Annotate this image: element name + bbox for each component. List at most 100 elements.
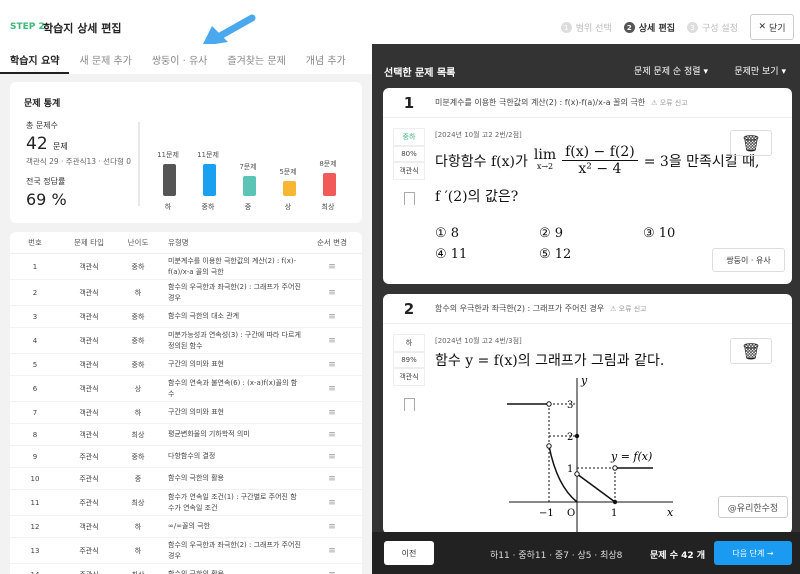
- drag-handle-icon[interactable]: ≡: [302, 522, 362, 532]
- tab-summary[interactable]: 학습지 요약: [0, 44, 70, 74]
- drag-handle-icon[interactable]: ≡: [302, 360, 362, 370]
- problem-card-1[interactable]: 1 미분계수를 이용한 극한값의 계산(2) : f(x)-f(a)/x-a 꼴…: [383, 88, 792, 284]
- row-number: 3: [32, 312, 38, 321]
- drag-handle-icon[interactable]: ≡: [302, 288, 362, 298]
- row-type: 주관식: [79, 498, 99, 507]
- twin-similar-button[interactable]: 쌍둥이 · 유사: [712, 248, 785, 272]
- row-number: 6: [32, 384, 38, 393]
- bar-label: 하: [164, 203, 172, 211]
- row-number: 12: [30, 522, 40, 531]
- accuracy-value: 69 %: [26, 190, 67, 209]
- table-row[interactable]: 11 주관식 최상 함수가 연속일 조건(1) : 구간별로 주어진 함수가 연속일 …: [10, 490, 362, 516]
- close-icon: ✕: [758, 22, 766, 32]
- report-error-link[interactable]: ⚠ 오류 신고: [651, 98, 688, 108]
- trash-icon: 🗑: [740, 341, 762, 361]
- table-row[interactable]: 6 객관식 상 함수의 연속과 불연속(6) : (x-a)f(x)꼴의 함수 ≡: [10, 376, 362, 402]
- row-type: 객관식: [79, 288, 99, 297]
- row-unit-name: 함수의 우극한과 좌극한(2) : 그래프가 주어진 경우: [168, 282, 301, 302]
- row-number: 13: [30, 546, 40, 555]
- type-badge: 객관식: [393, 368, 425, 386]
- bookmark-icon[interactable]: [403, 398, 415, 411]
- row-difficulty: 중하: [131, 360, 145, 369]
- tab-favorites[interactable]: 즐겨찾는 문제: [217, 44, 295, 74]
- step-2[interactable]: 2 상세 편집: [623, 21, 675, 34]
- bar: [283, 181, 296, 196]
- table-row[interactable]: 14주관식최상 함수의 극한의 활용 ≡: [10, 564, 362, 574]
- problem-text: 다항함수 f(x)가 lim x→2 f(x) − f(2) x² − 4 = …: [435, 144, 760, 177]
- tab-twin-similar[interactable]: 쌍둥이 · 유사: [142, 44, 218, 74]
- table-row[interactable]: 7 객관식 하 구간의 의미와 표현 ≡: [10, 402, 362, 424]
- bar: [163, 164, 176, 196]
- table-header: 번호 문제 타입 난이도 유형명 순서 변경: [10, 232, 362, 254]
- row-number: 11: [30, 498, 40, 507]
- bookmark-icon[interactable]: [403, 192, 415, 205]
- view-dropdown[interactable]: 문제만 보기 ▾: [734, 64, 786, 77]
- table-row[interactable]: 1 객관식 중하 미분계수를 이용한 극한값의 계산(2) : f(x)-f(a)/x…: [10, 254, 362, 280]
- choice-5: ⑤ 12: [539, 247, 572, 262]
- table-row[interactable]: 9 주관식 중하 다항함수의 결정 ≡: [10, 446, 362, 468]
- problem-source: [2024년 10월 고2 4번/3점]: [435, 337, 522, 345]
- row-difficulty: 하: [134, 288, 142, 297]
- tab-add-new[interactable]: 새 문제 추가: [69, 44, 141, 74]
- step-1[interactable]: 1 범위 선택: [560, 21, 612, 34]
- tick-label-1: 1: [611, 508, 617, 519]
- sort-dropdown[interactable]: 문제 문제 순 정렬 ▾: [634, 64, 708, 77]
- close-button[interactable]: ✕ 닫기: [750, 14, 794, 40]
- pointer-arrow-icon: [202, 14, 256, 46]
- problem-source: [2024년 10월 고2 2번/2점]: [435, 131, 522, 139]
- drag-handle-icon[interactable]: ≡: [302, 452, 362, 462]
- bar-count: 7문제: [239, 163, 257, 171]
- tab-add-concept[interactable]: 개념 추가: [296, 44, 356, 74]
- row-difficulty: 중하: [131, 336, 145, 345]
- drag-handle-icon[interactable]: ≡: [302, 384, 362, 394]
- row-type: 주관식: [79, 452, 99, 461]
- table-row[interactable]: 10 주관식 중 함수의 극한의 활용 ≡: [10, 468, 362, 490]
- drag-handle-icon[interactable]: ≡: [302, 262, 362, 272]
- page-title: 학습지 상세 편집: [43, 22, 122, 35]
- table-row[interactable]: 8 객관식 최상 평균변화율의 기하학적 의미 ≡: [10, 424, 362, 446]
- drag-handle-icon[interactable]: ≡: [302, 570, 362, 574]
- table-row[interactable]: 4 객관식 중하 미분가능성과 연속성(3) : 구간에 따라 다르게 정의된 함수 ≡: [10, 328, 362, 354]
- chevron-down-icon: ▾: [703, 67, 708, 77]
- bar-label: 중: [244, 203, 252, 211]
- table-row[interactable]: 12 객관식 하 ∞/∞꼴의 극한 ≡: [10, 516, 362, 538]
- tick-label-y3: 3: [567, 400, 573, 411]
- drag-handle-icon[interactable]: ≡: [302, 408, 362, 418]
- drag-handle-icon[interactable]: ≡: [302, 546, 362, 556]
- right-panel: 선택한 문제 목록 문제 문제 순 정렬 ▾ 문제만 보기 ▾ 1 미분계수를 …: [372, 44, 800, 574]
- step-indicator: 1 범위 선택 2 상세 편집 3 구성 설정: [560, 21, 738, 34]
- row-number: 4: [32, 336, 38, 345]
- drag-handle-icon[interactable]: ≡: [302, 336, 362, 346]
- row-unit-name: 구간의 의미와 표현: [168, 360, 224, 368]
- choice-1: ① 8: [435, 226, 460, 241]
- row-unit-name: 함수의 우극한과 좌극한(2) : 그래프가 주어진 경우: [168, 540, 301, 560]
- prev-button[interactable]: 이전: [384, 541, 434, 565]
- report-error-link[interactable]: ⚠ 오류 신고: [610, 304, 647, 314]
- row-unit-name: 함수의 극한의 대소 관계: [168, 312, 240, 320]
- row-difficulty: 중하: [131, 312, 145, 321]
- drag-handle-icon[interactable]: ≡: [302, 312, 362, 322]
- table-row[interactable]: 5 객관식 중하 구간의 의미와 표현 ≡: [10, 354, 362, 376]
- drag-handle-icon[interactable]: ≡: [302, 498, 362, 508]
- delete-button[interactable]: 🗑: [730, 338, 772, 364]
- siren-icon: ⚠: [610, 304, 617, 313]
- next-step-button[interactable]: 다음 단계 →: [714, 541, 792, 565]
- tab-bar: 학습지 요약 새 문제 추가 쌍둥이 · 유사 즐겨찾는 문제 개념 추가: [0, 44, 372, 74]
- step-3[interactable]: 3 구성 설정: [687, 21, 738, 34]
- row-number: 7: [32, 408, 38, 417]
- drag-handle-icon[interactable]: ≡: [302, 474, 362, 484]
- drag-handle-icon[interactable]: ≡: [302, 430, 362, 440]
- table-row[interactable]: 2 객관식 하 함수의 우극한과 좌극한(2) : 그래프가 주어진 경우 ≡: [10, 280, 362, 306]
- problem-text-line2: f ′(2)의 값은?: [435, 189, 519, 205]
- row-type: 주관식: [79, 546, 99, 555]
- row-type: 객관식: [79, 384, 99, 393]
- tick-label-neg1: −1: [539, 508, 554, 519]
- bar-label: 중하: [201, 203, 215, 211]
- table-row[interactable]: 13 주관식 하 함수의 우극한과 좌극한(2) : 그래프가 주어진 경우 ≡: [10, 538, 362, 564]
- trash-icon: 🗑: [740, 133, 762, 153]
- type-badge: 객관식: [393, 162, 425, 180]
- delete-button[interactable]: 🗑: [730, 130, 772, 156]
- problem-text: 함수 y = f(x)의 그래프가 그림과 같다.: [435, 353, 665, 369]
- table-row[interactable]: 3 객관식 중하 함수의 극한의 대소 관계 ≡: [10, 306, 362, 328]
- question-count: 문제 수 42 개: [650, 551, 706, 561]
